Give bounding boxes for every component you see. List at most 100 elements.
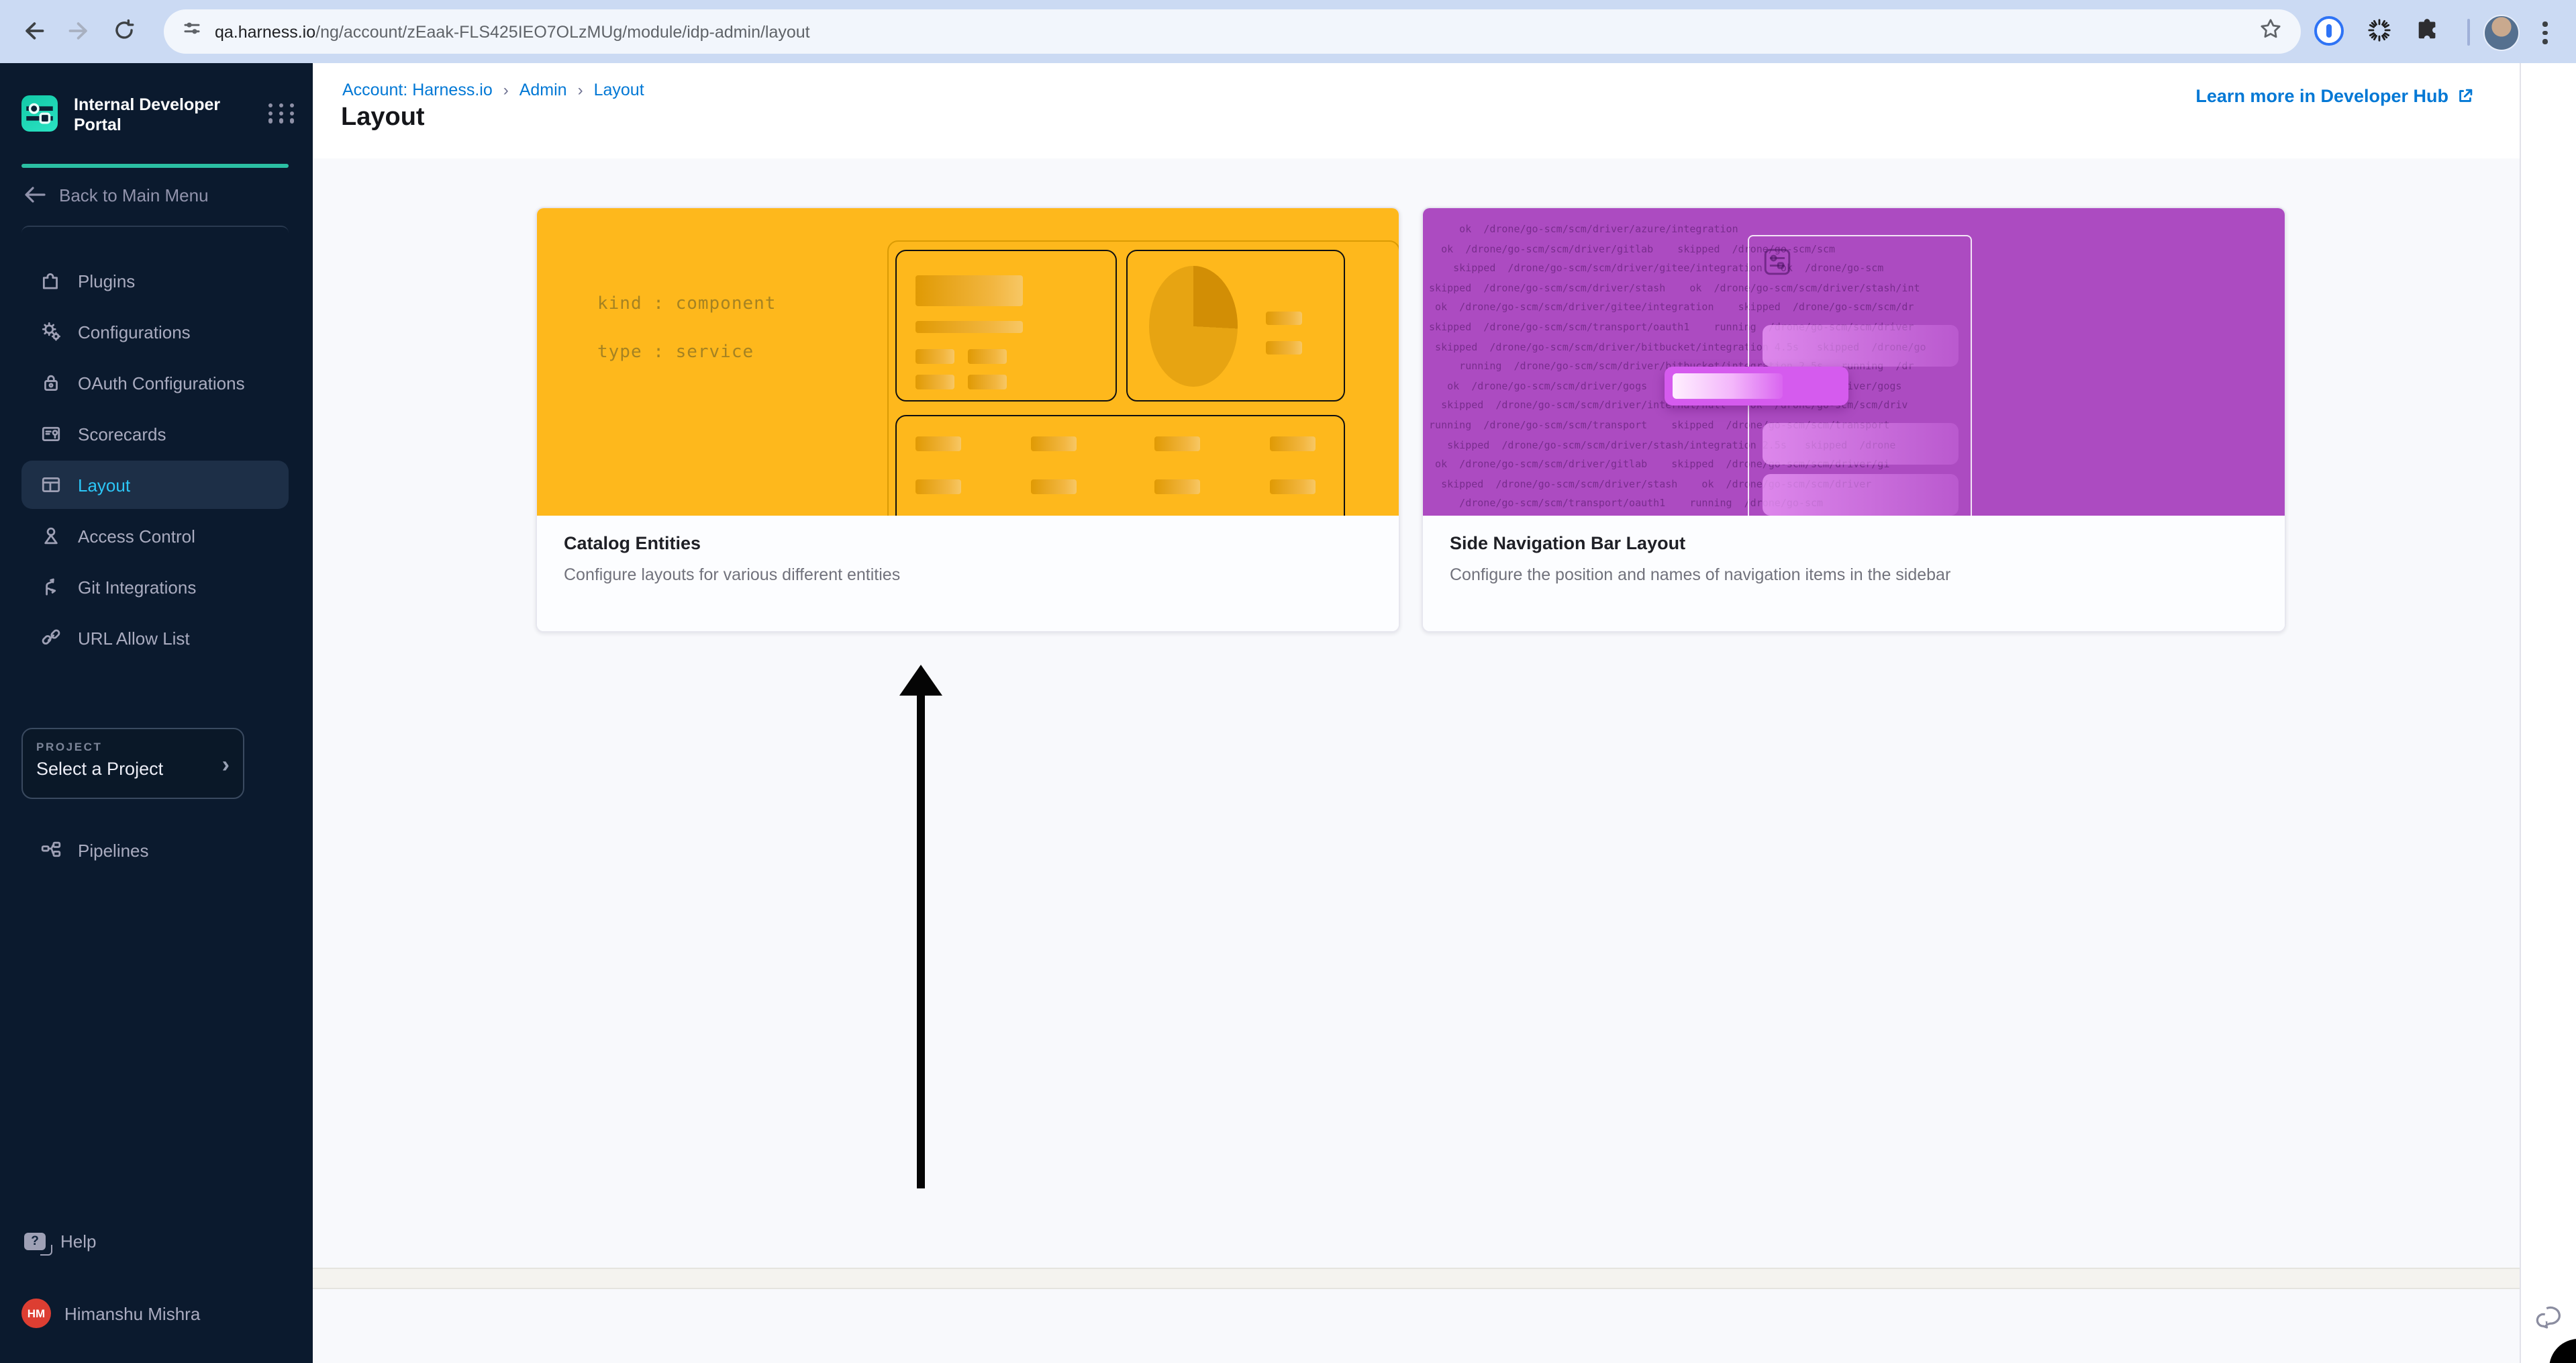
- sidebar: Internal Developer Portal Back to Main M…: [0, 63, 313, 1363]
- back-to-main-menu[interactable]: Back to Main Menu: [24, 180, 209, 209]
- sidebar-item-label: Configurations: [78, 322, 191, 342]
- plugin-icon: [40, 270, 62, 291]
- art-mini-logo-icon: [1764, 248, 1791, 275]
- person-icon: [40, 525, 62, 547]
- sidebar-item-configurations[interactable]: Configurations: [21, 308, 289, 356]
- forward-icon[interactable]: [67, 19, 91, 43]
- card-title: Catalog Entities: [564, 533, 701, 553]
- back-icon[interactable]: [21, 19, 46, 43]
- breadcrumb-admin-link[interactable]: Admin: [519, 81, 567, 99]
- app-window: qa.harness.io/ng/account/zEaak-FLS425IEO…: [0, 0, 2576, 1363]
- browser-toolbar: qa.harness.io/ng/account/zEaak-FLS425IEO…: [0, 0, 2576, 64]
- idp-logo-icon: [21, 95, 58, 132]
- left-arrow-icon: [25, 187, 46, 203]
- help-label: Help: [60, 1231, 97, 1251]
- chevron-separator-icon: ›: [577, 81, 583, 99]
- art-pie-box: [1126, 250, 1345, 402]
- side-nav-layout-footer: Side Navigation Bar Layout Configure the…: [1423, 516, 2285, 631]
- sidebar-item-label: URL Allow List: [78, 628, 190, 648]
- card-title: Side Navigation Bar Layout: [1450, 533, 1686, 553]
- art-table-box: [895, 415, 1345, 516]
- card-description: Configure layouts for various different …: [564, 565, 901, 584]
- side-nav-layout-card[interactable]: ok /drone/go-scm/scm/driver/azure/integr…: [1422, 207, 2286, 632]
- catalog-entities-art: kind : component type : service: [537, 208, 1399, 516]
- art-widget-box: [895, 250, 1117, 402]
- reload-icon[interactable]: [113, 19, 137, 43]
- sidebar-item-url-allow-list[interactable]: URL Allow List: [21, 614, 289, 662]
- user-avatar: HM: [21, 1299, 51, 1328]
- learn-more-link[interactable]: Learn more in Developer Hub: [2195, 86, 2474, 106]
- resource-center-chat-icon[interactable]: [2533, 1303, 2567, 1340]
- project-label: PROJECT: [36, 740, 103, 753]
- breadcrumb-account-link[interactable]: Account: Harness.io: [342, 81, 493, 99]
- art-type-text: type : service: [597, 342, 754, 363]
- pipelines-label: Pipelines: [78, 840, 149, 860]
- catalog-entities-footer: Catalog Entities Configure layouts for v…: [537, 516, 1399, 631]
- breadcrumb-layout-link[interactable]: Layout: [594, 81, 644, 99]
- branch-icon: [40, 576, 62, 598]
- user-name: Himanshu Mishra: [64, 1303, 201, 1323]
- sidebar-item-label: OAuth Configurations: [78, 373, 245, 393]
- gears-icon: [40, 321, 62, 342]
- page-title: Layout: [341, 103, 425, 132]
- browser-menu-kebab-icon[interactable]: [2542, 17, 2548, 48]
- lock-icon: [40, 372, 62, 393]
- url-bar[interactable]: qa.harness.io/ng/account/zEaak-FLS425IEO…: [164, 9, 2301, 54]
- bookmark-star-icon[interactable]: [2259, 17, 2282, 46]
- scorecard-icon: [40, 423, 62, 444]
- art-pie-chart: [1149, 266, 1238, 387]
- sidebar-item-git-integrations[interactable]: Git Integrations: [21, 563, 289, 611]
- chevron-right-icon: ›: [221, 752, 230, 778]
- site-info-icon[interactable]: [183, 19, 201, 44]
- sidebar-item-label: Scorecards: [78, 424, 166, 444]
- help-chat-icon: ?: [24, 1232, 52, 1256]
- art-nav-pill-highlight: [1665, 367, 1848, 406]
- content-area: kind : component type : service Catalog …: [313, 158, 2520, 1363]
- project-value: Select a Project: [36, 759, 164, 779]
- annotation-arrow-head: [899, 665, 942, 696]
- external-link-icon: [2459, 89, 2473, 102]
- art-kind-text: kind : component: [597, 294, 777, 314]
- right-gutter: [2520, 63, 2576, 1363]
- project-selector[interactable]: PROJECT Select a Project ›: [21, 728, 244, 799]
- help-button[interactable]: ? Help: [24, 1221, 97, 1261]
- pipelines-icon: [40, 839, 62, 861]
- sidebar-item-label: Access Control: [78, 526, 195, 546]
- extension-spinner-icon[interactable]: [2367, 17, 2391, 42]
- chevron-separator-icon: ›: [503, 81, 509, 99]
- product-logo-row[interactable]: Internal Developer Portal: [21, 95, 297, 136]
- bottom-scroll-band: [313, 1268, 2520, 1289]
- sidebar-item-scorecards[interactable]: Scorecards: [21, 410, 289, 458]
- sidebar-divider: [21, 226, 289, 240]
- sidebar-item-plugins[interactable]: Plugins: [21, 256, 289, 305]
- page-header: Account: Harness.io › Admin › Layout Lay…: [313, 63, 2520, 160]
- art-nav-pill: [1763, 474, 1959, 516]
- card-description: Configure the position and names of navi…: [1450, 565, 1951, 584]
- url-text[interactable]: qa.harness.io/ng/account/zEaak-FLS425IEO…: [215, 22, 2259, 41]
- password-manager-icon[interactable]: [2314, 16, 2344, 46]
- sidebar-item-access-control[interactable]: Access Control: [21, 512, 289, 560]
- accent-divider: [21, 164, 289, 167]
- user-menu[interactable]: HM Himanshu Mishra: [21, 1293, 200, 1333]
- layout-icon: [40, 474, 62, 496]
- sidebar-nav: Plugins Configurations OAuth Configurati…: [21, 256, 289, 665]
- sidebar-item-pipelines[interactable]: Pipelines: [21, 826, 289, 874]
- art-nav-pill: [1763, 423, 1959, 465]
- sidebar-item-label: Plugins: [78, 271, 136, 291]
- browser-profile-avatar[interactable]: [2483, 15, 2520, 51]
- main-panel: Account: Harness.io › Admin › Layout Lay…: [313, 63, 2520, 1363]
- back-label: Back to Main Menu: [59, 185, 209, 205]
- sidebar-item-layout[interactable]: Layout: [21, 461, 289, 509]
- sidebar-item-label: Git Integrations: [78, 577, 197, 597]
- annotation-arrow-line: [917, 693, 925, 1188]
- module-grid-icon[interactable]: [268, 103, 297, 124]
- sidebar-item-oauth-configurations[interactable]: OAuth Configurations: [21, 359, 289, 407]
- extensions-puzzle-icon[interactable]: [2415, 16, 2439, 40]
- sidebar-item-label: Layout: [78, 475, 131, 495]
- side-nav-layout-art: ok /drone/go-scm/scm/driver/azure/integr…: [1423, 208, 2285, 516]
- toolbar-divider: [2467, 19, 2470, 46]
- breadcrumb: Account: Harness.io › Admin › Layout: [342, 81, 644, 99]
- catalog-entities-card[interactable]: kind : component type : service Catalog …: [536, 207, 1400, 632]
- link-icon: [40, 627, 62, 649]
- product-title: Internal Developer Portal: [74, 95, 221, 134]
